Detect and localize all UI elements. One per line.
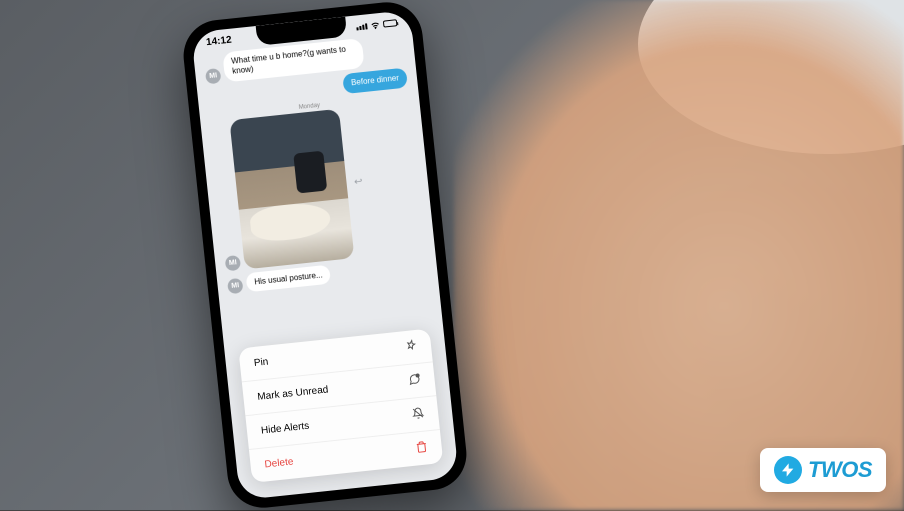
menu-label: Hide Alerts: [260, 421, 309, 437]
conversation-context-menu: Pin Mark as Unread Hide Alerts: [238, 329, 443, 483]
message-bubble-icon: [408, 373, 422, 389]
pin-icon: [404, 339, 418, 355]
iphone-device: 14:12 MI What time u b home?(g wants to …: [180, 0, 470, 511]
contact-avatar: MI: [225, 255, 241, 271]
wifi-icon: [370, 20, 381, 29]
photo-attachment-dog[interactable]: [229, 109, 354, 270]
contact-avatar: MI: [227, 278, 243, 294]
menu-label: Delete: [264, 456, 294, 470]
status-time: 14:12: [206, 35, 233, 49]
trash-icon: [415, 440, 429, 456]
menu-label: Mark as Unread: [257, 384, 329, 402]
photo-message[interactable]: ↩: [229, 109, 354, 270]
lightning-bolt-icon: [774, 456, 802, 484]
messages-thread: MI What time u b home?(g wants to know) …: [193, 29, 438, 304]
bell-slash-icon: [411, 407, 425, 423]
cellular-signal-icon: [356, 23, 368, 30]
brand-watermark: TWOS: [760, 448, 886, 492]
hand-holding-phone: [454, 0, 904, 510]
menu-label: Pin: [253, 357, 269, 369]
outgoing-message-bubble[interactable]: Before dinner: [342, 68, 408, 95]
contact-avatar: MI: [205, 68, 221, 84]
incoming-message-bubble[interactable]: His usual posture...: [245, 265, 331, 293]
photo-background: 14:12 MI What time u b home?(g wants to …: [0, 0, 904, 510]
brand-name: TWOS: [808, 457, 872, 483]
reply-arrow-icon[interactable]: ↩: [354, 176, 363, 188]
phone-screen: 14:12 MI What time u b home?(g wants to …: [191, 10, 459, 500]
battery-icon: [383, 19, 398, 27]
